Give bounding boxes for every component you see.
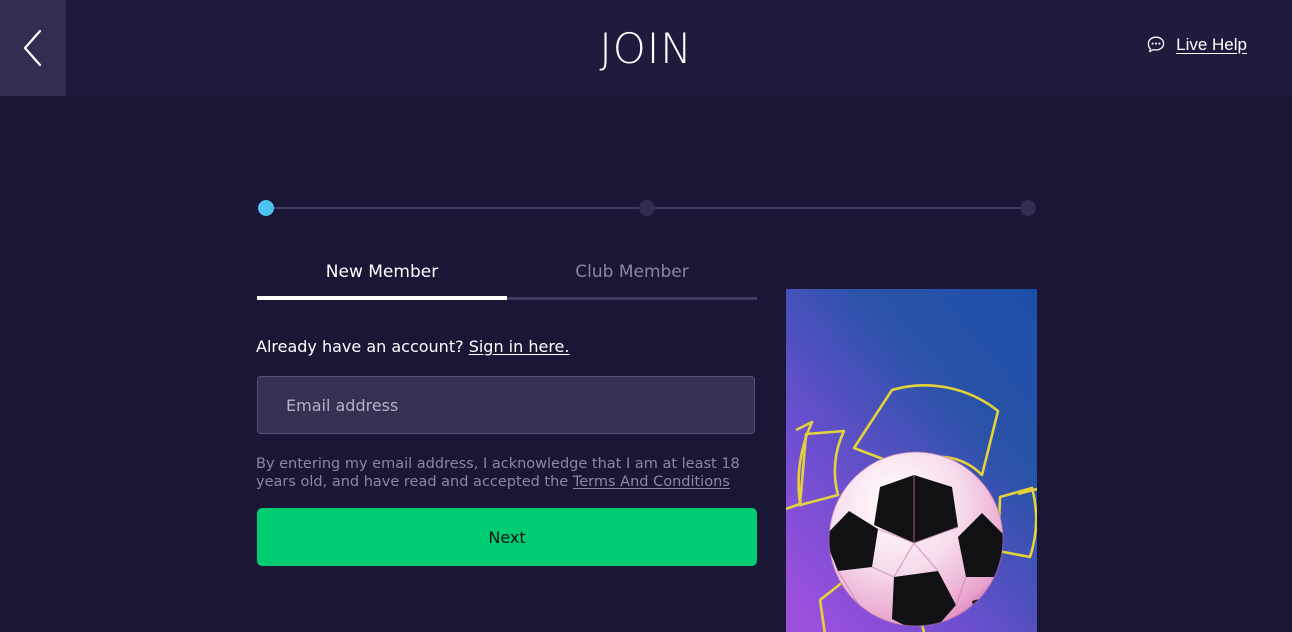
tab-club-member[interactable]: Club Member <box>507 262 757 302</box>
signin-link[interactable]: Sign in here. <box>469 337 570 356</box>
live-help-button[interactable]: Live Help <box>1145 34 1247 56</box>
page-title: JOIN <box>599 23 693 73</box>
email-input[interactable]: Email address <box>257 376 755 434</box>
live-help-label: Live Help <box>1176 35 1247 54</box>
email-placeholder: Email address <box>286 395 399 415</box>
step-dot-2[interactable] <box>639 200 655 216</box>
step-dot-3[interactable] <box>1020 200 1036 216</box>
terms-and-conditions-link[interactable]: Terms And Conditions <box>573 474 730 490</box>
promo-artwork <box>786 289 1037 632</box>
signin-prompt-text: Already have an account? <box>256 337 464 356</box>
chat-bubble-icon <box>1147 36 1165 53</box>
step-dot-1[interactable] <box>258 200 274 216</box>
next-button[interactable]: Next <box>257 508 757 566</box>
progress-stepper <box>258 200 1036 216</box>
age-terms-disclaimer: By entering my email address, I acknowle… <box>256 455 761 491</box>
tab-underline-active <box>257 296 507 300</box>
soccer-ball-promo-image <box>786 289 1037 632</box>
page-header: JOIN Live Help <box>0 0 1292 96</box>
signin-prompt-row: Already have an account? Sign in here. <box>256 337 569 356</box>
